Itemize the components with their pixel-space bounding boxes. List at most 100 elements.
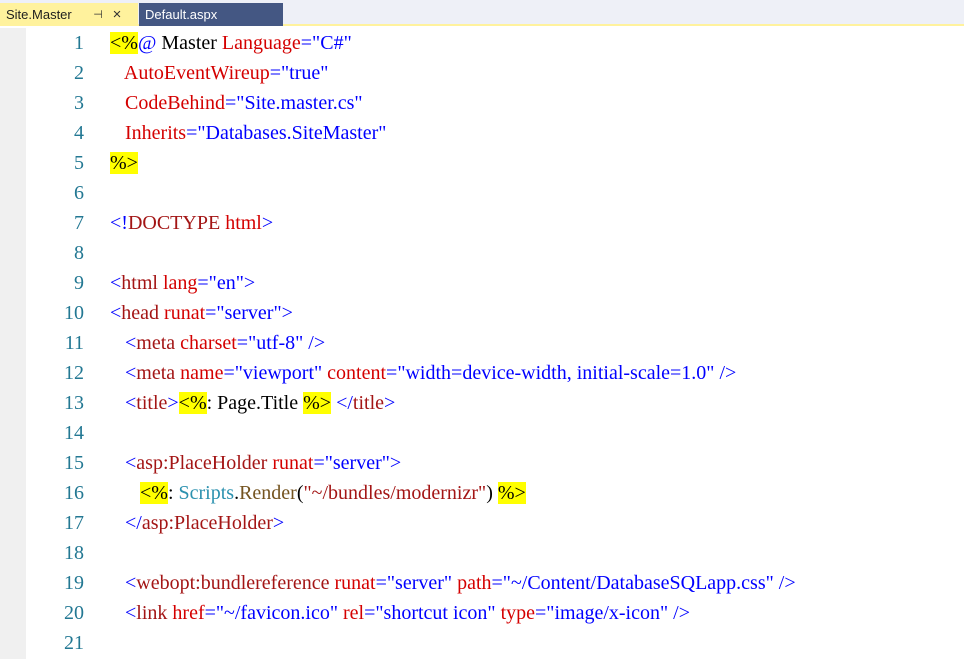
line-code: <!DOCTYPE html> xyxy=(110,208,273,238)
code-line[interactable]: 14 xyxy=(26,418,964,448)
line-number: 16 xyxy=(64,482,84,504)
tab-label: Default.aspx xyxy=(145,7,218,22)
code-token: ="viewport" xyxy=(223,362,328,384)
code-line[interactable]: 18 xyxy=(26,538,964,568)
line-code: Inherits="Databases.SiteMaster" xyxy=(110,118,386,148)
code-token: > xyxy=(167,392,179,414)
code-line[interactable]: 17 </asp:PlaceHolder> xyxy=(26,508,964,538)
code-line[interactable]: 12 <meta name="viewport" content="width=… xyxy=(26,358,964,388)
line-number: 8 xyxy=(74,242,84,264)
code-token: DOCTYPE xyxy=(127,212,221,234)
code-token: > xyxy=(272,512,285,534)
line-number: 7 xyxy=(74,212,84,234)
code-token: Inherits xyxy=(110,122,187,144)
line-number: 9 xyxy=(74,272,84,294)
code-line[interactable]: 9 <html lang="en"> xyxy=(26,268,964,298)
code-line[interactable]: 21 xyxy=(26,628,964,658)
line-code: %> xyxy=(110,148,138,178)
line-code: <link href="~/favicon.ico" rel="shortcut… xyxy=(110,598,690,628)
code-token: html xyxy=(121,272,158,294)
line-number: 13 xyxy=(64,392,84,414)
code-token: ="en"> xyxy=(197,272,256,294)
line-number: 2 xyxy=(74,62,84,84)
code-token: path xyxy=(457,572,492,594)
code-token: type xyxy=(500,602,536,624)
line-code: <head runat="server"> xyxy=(110,298,293,328)
code-line[interactable]: 19 <webopt:bundlereference runat="server… xyxy=(26,568,964,598)
code-token: < xyxy=(110,332,137,354)
code-line[interactable]: 5 %> xyxy=(26,148,964,178)
code-token: </ xyxy=(336,392,353,414)
close-icon[interactable]: × xyxy=(108,7,126,22)
code-line[interactable]: 8 xyxy=(26,238,964,268)
code-line[interactable]: 16 <%: Scripts.Render("~/bundles/moderni… xyxy=(26,478,964,508)
code-token: ="server"> xyxy=(205,302,293,324)
directive-delimiter: <% xyxy=(178,392,207,414)
code-token: charset xyxy=(180,332,237,354)
code-token: ="~/Content/DatabaseSQLapp.css" /> xyxy=(491,572,796,594)
code-token: < xyxy=(110,272,122,294)
code-token: ) xyxy=(486,482,498,504)
line-code: <html lang="en"> xyxy=(110,268,255,298)
code-token: ="~/favicon.ico" xyxy=(204,602,343,624)
code-line[interactable]: 11 <meta charset="utf-8" /> xyxy=(26,328,964,358)
code-token: < xyxy=(110,302,122,324)
code-token: < xyxy=(110,452,137,474)
code-token: ="image/x-icon" /> xyxy=(535,602,690,624)
code-token: head xyxy=(121,302,160,324)
line-number: 3 xyxy=(74,92,84,114)
code-token: lang xyxy=(162,272,198,294)
code-editor[interactable]: 1 <%@ Master Language="C#" 2 AutoEventWire… xyxy=(26,28,964,659)
code-line[interactable]: 2 AutoEventWireup="true" xyxy=(26,58,964,88)
line-code: <%: Scripts.Render("~/bundles/modernizr"… xyxy=(110,478,526,508)
line-code: <title><%: Page.Title %> </title> xyxy=(110,388,395,418)
code-token: meta xyxy=(136,332,176,354)
line-number: 21 xyxy=(64,632,84,654)
code-token: ="server" xyxy=(375,572,458,594)
line-number: 12 xyxy=(64,362,84,384)
code-token: <! xyxy=(110,212,128,234)
code-token: < xyxy=(110,572,137,594)
line-number: 4 xyxy=(74,122,84,144)
tab-default-aspx[interactable]: Default.aspx xyxy=(139,3,283,26)
directive-delimiter: <% xyxy=(110,32,138,54)
code-token: ="width=device-width, initial-scale=1.0"… xyxy=(386,362,737,384)
code-line[interactable]: 3 CodeBehind="Site.master.cs" xyxy=(26,88,964,118)
code-token: AutoEventWireup xyxy=(110,62,270,84)
code-token: </ xyxy=(110,512,142,534)
code-line[interactable]: 10 <head runat="server"> xyxy=(26,298,964,328)
line-code: <meta charset="utf-8" /> xyxy=(110,328,325,358)
line-number: 20 xyxy=(64,602,84,624)
code-token: Render xyxy=(239,482,297,504)
code-token: @ xyxy=(137,32,157,54)
code-token: "~/bundles/modernizr" xyxy=(303,482,487,504)
code-token: : Page.Title xyxy=(206,392,304,414)
code-token: Language xyxy=(221,32,301,54)
code-token: rel xyxy=(343,602,365,624)
code-line[interactable]: 13 <title><%: Page.Title %> </title> xyxy=(26,388,964,418)
line-number: 11 xyxy=(64,332,84,354)
code-line[interactable]: 1 <%@ Master Language="C#" xyxy=(26,28,964,58)
line-number: 5 xyxy=(74,152,84,174)
code-line[interactable]: 6 xyxy=(26,178,964,208)
code-token: title xyxy=(136,392,168,414)
line-code: CodeBehind="Site.master.cs" xyxy=(110,88,363,118)
code-token: ="server"> xyxy=(313,452,402,474)
code-line[interactable]: 20 <link href="~/favicon.ico" rel="short… xyxy=(26,598,964,628)
tab-label: Site.Master xyxy=(6,7,72,22)
pin-icon[interactable]: ⊣ xyxy=(88,8,108,21)
code-token: ="utf-8" /> xyxy=(236,332,326,354)
tab-site-master[interactable]: Site.Master ⊣ × xyxy=(0,3,138,26)
code-token: < xyxy=(110,362,137,384)
code-token: asp:PlaceHolder xyxy=(136,452,268,474)
code-line[interactable]: 7 <!DOCTYPE html> xyxy=(26,208,964,238)
line-number: 14 xyxy=(64,422,84,444)
code-token: ="C#" xyxy=(300,32,352,54)
code-token: html xyxy=(225,212,262,234)
code-token: > xyxy=(261,212,274,234)
line-number: 17 xyxy=(64,512,84,534)
code-line[interactable]: 15 <asp:PlaceHolder runat="server"> xyxy=(26,448,964,478)
line-number: 1 xyxy=(74,32,84,54)
directive-delimiter: <% xyxy=(140,482,168,504)
code-line[interactable]: 4 Inherits="Databases.SiteMaster" xyxy=(26,118,964,148)
